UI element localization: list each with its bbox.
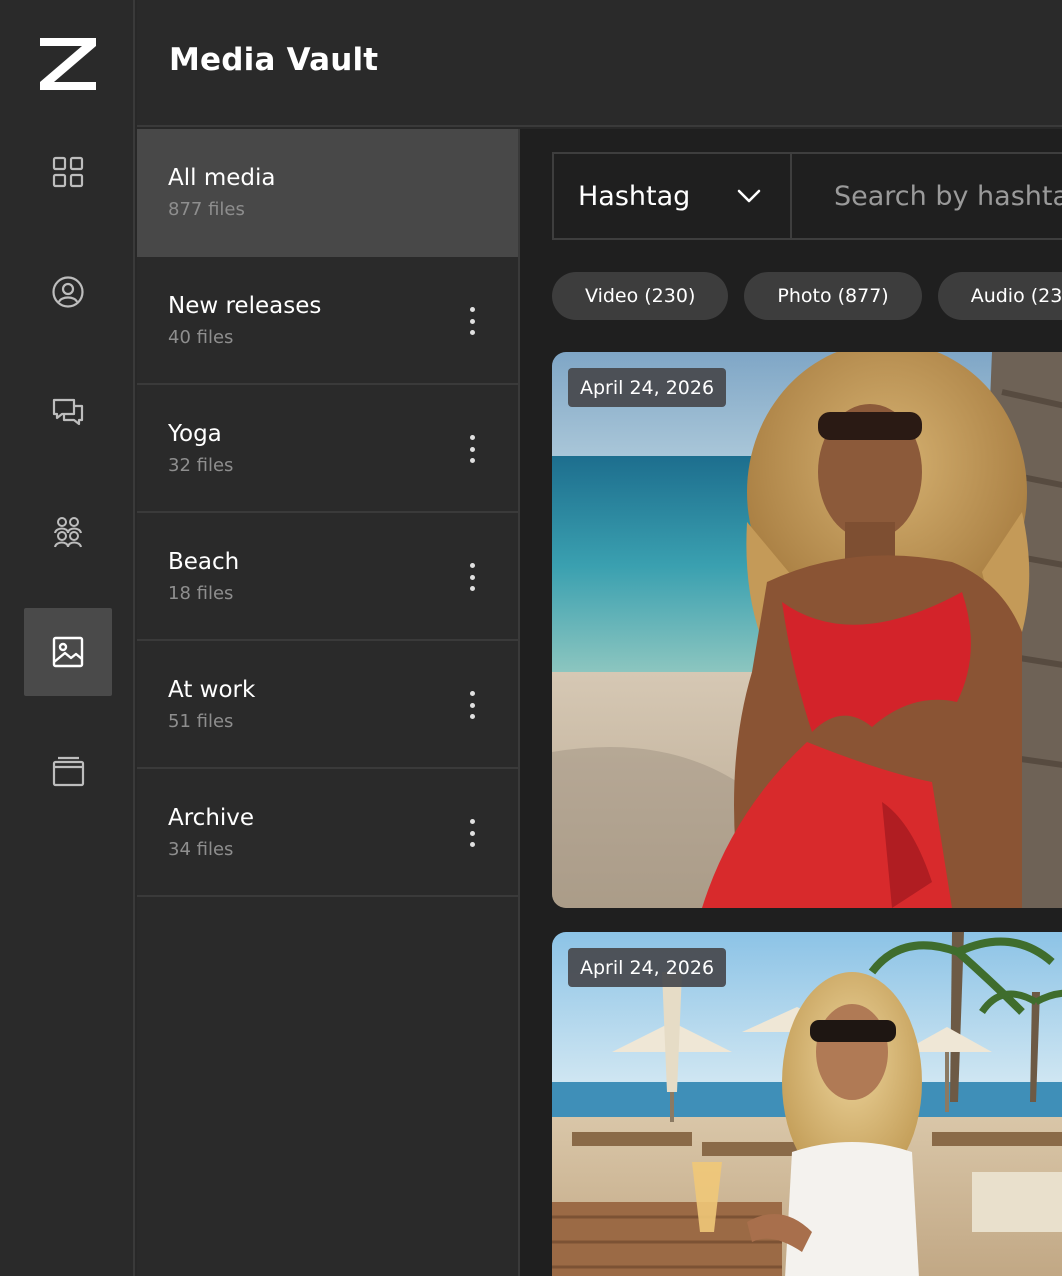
media-thumbnail <box>552 352 1062 908</box>
collection-count: 877 files <box>168 199 245 220</box>
more-options-icon[interactable] <box>466 435 478 463</box>
brand-logo[interactable] <box>40 38 96 90</box>
rail-item-community[interactable] <box>24 488 112 576</box>
page-header: Media Vault <box>137 0 1062 127</box>
image-icon <box>52 636 84 668</box>
more-options-icon[interactable] <box>466 307 478 335</box>
rail-item-profile[interactable] <box>24 248 112 336</box>
media-card[interactable]: April 24, 2026 <box>552 932 1062 1276</box>
chevron-down-icon <box>737 189 761 203</box>
search-input[interactable] <box>834 180 1062 212</box>
rail-item-dashboard[interactable] <box>24 128 112 216</box>
collection-item-all-media[interactable]: All media 877 files <box>137 129 518 257</box>
collection-item-yoga[interactable]: Yoga 32 files <box>137 385 518 513</box>
chip-photo[interactable]: Photo (877) <box>744 272 922 320</box>
page-title: Media Vault <box>169 42 379 78</box>
collection-item-beach[interactable]: Beach 18 files <box>137 513 518 641</box>
chip-video[interactable]: Video (230) <box>552 272 729 320</box>
type-filter-chips: Video (230) Photo (877) Audio (230) <box>552 272 1062 320</box>
chat-icon <box>52 398 84 426</box>
collection-name: All media <box>168 165 276 191</box>
filter-bar: Hashtag <box>552 152 1062 240</box>
rail-item-wallet[interactable] <box>24 728 112 816</box>
collection-item-new-releases[interactable]: New releases 40 files <box>137 257 518 385</box>
chip-audio[interactable]: Audio (230) <box>937 272 1062 320</box>
hashtag-select[interactable]: Hashtag <box>554 154 792 238</box>
profile-icon <box>52 276 84 308</box>
rail-item-messages[interactable] <box>24 368 112 456</box>
community-icon <box>54 517 82 548</box>
app-root: Media Vault All media 877 files New rele… <box>0 0 1062 1276</box>
date-badge: April 24, 2026 <box>568 368 727 407</box>
icon-rail <box>0 0 135 1276</box>
more-options-icon[interactable] <box>466 691 478 719</box>
more-options-icon[interactable] <box>466 819 478 847</box>
grid-icon <box>52 156 84 188</box>
date-badge: April 24, 2026 <box>568 948 727 987</box>
select-label: Hashtag <box>578 180 691 212</box>
collection-item-archive[interactable]: Archive 34 files <box>137 769 518 897</box>
collection-list: All media 877 files New releases 40 file… <box>137 129 520 1276</box>
wallet-icon <box>52 756 85 787</box>
more-options-icon[interactable] <box>466 563 478 591</box>
search-box[interactable] <box>792 154 1062 238</box>
media-card[interactable]: April 24, 2026 <box>552 352 1062 908</box>
media-panel: Hashtag Video (230) Photo (877) Audio (2… <box>520 129 1062 1276</box>
rail-item-media[interactable] <box>24 608 112 696</box>
collection-item-at-work[interactable]: At work 51 files <box>137 641 518 769</box>
